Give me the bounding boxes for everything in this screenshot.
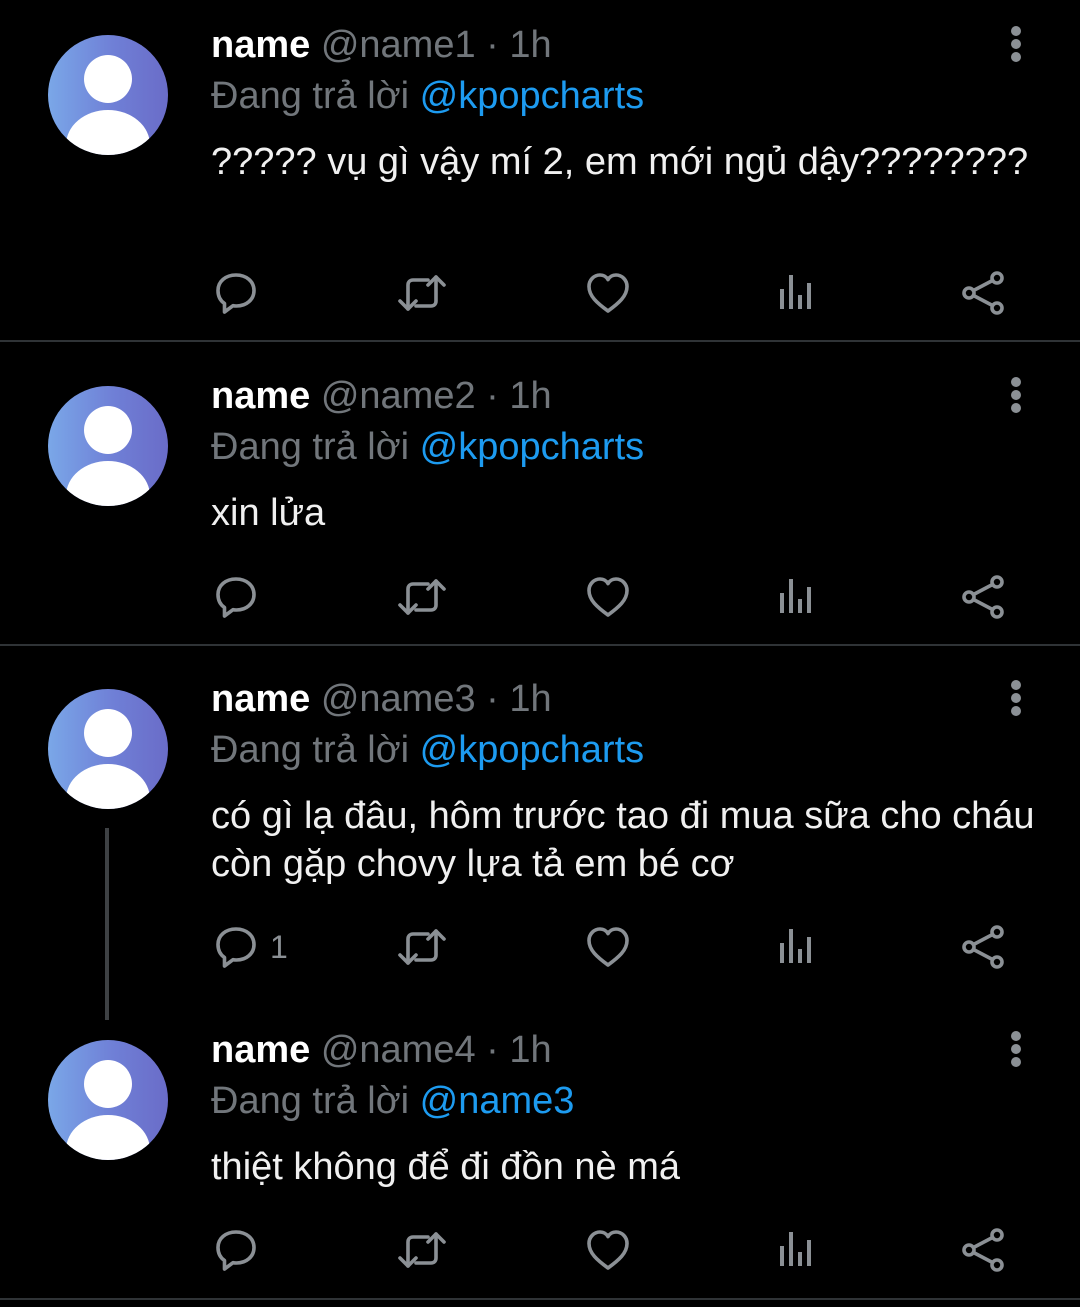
timestamp[interactable]: 1h	[509, 375, 551, 417]
retweet-button[interactable]	[396, 1225, 448, 1275]
separator: ·	[486, 24, 499, 66]
reply-icon	[212, 1226, 260, 1274]
default-avatar-icon[interactable]	[48, 35, 168, 155]
divider	[0, 1298, 1080, 1300]
heart-icon	[584, 1226, 632, 1274]
heart-icon	[584, 573, 632, 621]
display-name[interactable]: name	[211, 1029, 310, 1071]
share-button[interactable]	[958, 1225, 1008, 1275]
analytics-button[interactable]	[774, 572, 818, 622]
heart-button[interactable]	[584, 268, 632, 318]
tweet-header: name @name2 · 1h	[211, 373, 552, 419]
replying-to: Đang trả lời @kpopcharts	[211, 73, 644, 119]
retweet-icon	[396, 269, 448, 317]
reply-icon	[212, 573, 260, 621]
display-name[interactable]: name	[211, 24, 310, 66]
analytics-icon	[774, 925, 818, 969]
display-name[interactable]: name	[211, 375, 310, 417]
tweet-text: ????? vụ gì vậy mí 2, em mới ngủ dậy????…	[211, 141, 1029, 183]
replying-to: Đang trả lời @name3	[211, 1078, 574, 1124]
separator: ·	[486, 375, 499, 417]
user-handle[interactable]: @name4	[321, 1029, 476, 1071]
timestamp[interactable]: 1h	[509, 1029, 551, 1071]
reply-button[interactable]	[212, 268, 270, 318]
retweet-button[interactable]	[396, 268, 448, 318]
tweet-text: xin lửa	[211, 492, 326, 534]
heart-button[interactable]	[584, 572, 632, 622]
reply-icon	[212, 269, 260, 317]
retweet-icon	[396, 573, 448, 621]
retweet-icon	[396, 1226, 448, 1274]
tweet-actions	[0, 572, 1080, 622]
tweet-text: thiệt không để đi đồn nè má	[211, 1146, 681, 1188]
retweet-button[interactable]	[396, 922, 448, 972]
reply-prefix: Đang trả lời	[211, 1080, 410, 1122]
more-vertical-icon[interactable]	[1004, 1029, 1028, 1069]
reply-button[interactable]: 1	[212, 922, 288, 972]
heart-button[interactable]	[584, 1225, 632, 1275]
heart-icon	[584, 923, 632, 971]
retweet-button[interactable]	[396, 572, 448, 622]
reply-mention-link[interactable]: @kpopcharts	[420, 426, 644, 468]
reply-button[interactable]	[212, 572, 270, 622]
divider	[0, 644, 1080, 646]
share-icon	[958, 268, 1008, 318]
share-button[interactable]	[958, 572, 1008, 622]
more-vertical-icon[interactable]	[1004, 678, 1028, 718]
reply-prefix: Đang trả lời	[211, 426, 410, 468]
user-handle[interactable]: @name3	[321, 678, 476, 720]
reply-icon	[212, 923, 260, 971]
default-avatar-icon[interactable]	[48, 386, 168, 506]
reply-mention-link[interactable]: @kpopcharts	[420, 729, 644, 771]
timestamp[interactable]: 1h	[509, 678, 551, 720]
tweet-actions	[0, 1225, 1080, 1275]
analytics-button[interactable]	[774, 922, 818, 972]
replying-to: Đang trả lời @kpopcharts	[211, 727, 644, 773]
analytics-icon	[774, 1228, 818, 1272]
tweet-actions: 1	[0, 922, 1080, 972]
more-vertical-icon[interactable]	[1004, 24, 1028, 64]
share-icon	[958, 572, 1008, 622]
reply-count: 1	[270, 928, 288, 965]
divider	[0, 340, 1080, 342]
display-name[interactable]: name	[211, 678, 310, 720]
default-avatar-icon[interactable]	[48, 689, 168, 809]
reply-button[interactable]	[212, 1225, 270, 1275]
reply-mention-link[interactable]: @kpopcharts	[420, 75, 644, 117]
reply-prefix: Đang trả lời	[211, 729, 410, 771]
tweet-header: name @name4 · 1h	[211, 1027, 552, 1073]
analytics-icon	[774, 575, 818, 619]
heart-button[interactable]	[584, 922, 632, 972]
default-avatar-icon[interactable]	[48, 1040, 168, 1160]
tweet-header: name @name3 · 1h	[211, 676, 552, 722]
reply-mention-link[interactable]: @name3	[420, 1080, 575, 1122]
user-handle[interactable]: @name2	[321, 375, 476, 417]
analytics-button[interactable]	[774, 1225, 818, 1275]
heart-icon	[584, 269, 632, 317]
separator: ·	[486, 1029, 499, 1071]
timestamp[interactable]: 1h	[509, 24, 551, 66]
tweet-actions	[0, 268, 1080, 318]
replying-to: Đang trả lời @kpopcharts	[211, 424, 644, 470]
separator: ·	[486, 678, 499, 720]
analytics-icon	[774, 271, 818, 315]
share-icon	[958, 922, 1008, 972]
share-button[interactable]	[958, 922, 1008, 972]
user-handle[interactable]: @name1	[321, 24, 476, 66]
reply-prefix: Đang trả lời	[211, 75, 410, 117]
more-vertical-icon[interactable]	[1004, 375, 1028, 415]
share-button[interactable]	[958, 268, 1008, 318]
analytics-button[interactable]	[774, 268, 818, 318]
retweet-icon	[396, 923, 448, 971]
tweet-header: name @name1 · 1h	[211, 22, 552, 68]
share-icon	[958, 1225, 1008, 1275]
tweet-text: có gì lạ đâu, hôm trước tao đi mua sữa c…	[211, 795, 1035, 885]
